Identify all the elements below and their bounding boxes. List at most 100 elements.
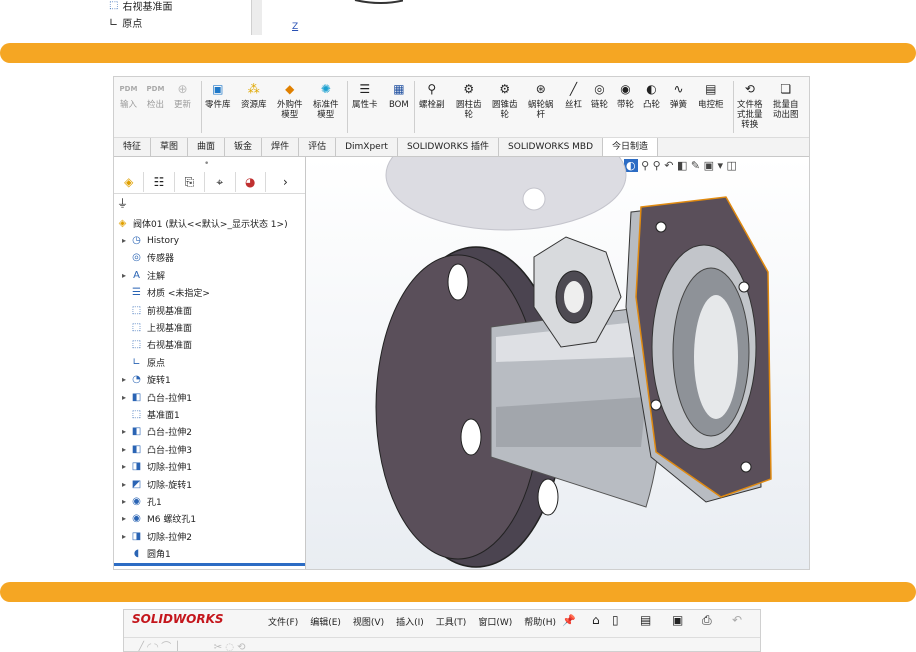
display-manager-tab-icon[interactable]: ◕	[236, 172, 266, 192]
tree-item[interactable]: ▸ ◩ 切除-旋转1	[114, 476, 192, 493]
tree-item[interactable]: ▸ ◔ 旋转1	[114, 371, 171, 388]
expand-arrow-icon[interactable]: ▸	[118, 271, 130, 280]
tab-dimxpert[interactable]: DimXpert	[336, 138, 398, 156]
expand-arrow-icon[interactable]: ▸	[118, 497, 130, 506]
tree-item[interactable]: ▸ ◉ 孔1	[114, 493, 162, 510]
expand-arrow-icon[interactable]: ▸	[118, 393, 130, 402]
menu-insert[interactable]: 插入(I)	[390, 613, 430, 630]
expand-arrow-icon[interactable]: ▸	[118, 445, 130, 454]
tab-mbd[interactable]: SOLIDWORKS MBD	[499, 138, 604, 156]
tab-surfaces[interactable]: 曲面	[188, 138, 226, 156]
model-edge-fragment	[354, 0, 403, 4]
menu-help[interactable]: 帮助(H)	[518, 613, 562, 630]
trim-tool-icon[interactable]: ✂ ◌ ⟲	[214, 642, 246, 651]
tree-item-right-plane[interactable]: ⬚ 右视基准面	[109, 0, 172, 13]
chevron-right-icon[interactable]: ›	[266, 172, 305, 192]
tree-item[interactable]: ◎ 传感器	[114, 249, 174, 266]
ribbon-button-spring[interactable]: ∿ 弹簧	[670, 81, 687, 110]
tree-item[interactable]: ▸ ◨ 切除-拉伸2	[114, 528, 192, 545]
tree-item[interactable]: ▸ ◧ 凸台-拉伸2	[114, 423, 192, 440]
tree-item-origin[interactable]: ∟ 原点	[109, 15, 142, 30]
ribbon-button-batch-drawing[interactable]: ❏ 批量自 动出图	[773, 81, 799, 120]
tree-item[interactable]: ▸ ◉ M6 螺纹孔1	[114, 510, 196, 527]
property-manager-tab-icon[interactable]: ☷	[144, 172, 175, 192]
ribbon-button-property-card[interactable]: ☰ 属性卡	[352, 81, 378, 110]
tree-root-part[interactable]: ◈ 阀体01 (默认<<默认>_显示状态 1>)	[114, 215, 288, 232]
tab-features[interactable]: 特征	[114, 138, 152, 156]
ribbon-button-bevel-gear[interactable]: ⚙ 圆锥齿 轮	[492, 81, 518, 120]
lead-screw-icon: ╱	[569, 82, 578, 96]
ribbon-button-bom[interactable]: ▦ BOM	[389, 81, 409, 110]
ribbon-button-update[interactable]: ⊕ 更新	[174, 81, 191, 110]
tree-scrollbar[interactable]	[251, 0, 262, 35]
expand-arrow-icon[interactable]: ▸	[118, 375, 130, 384]
home-icon[interactable]: ⌂	[592, 613, 600, 627]
menu-view[interactable]: 视图(V)	[347, 613, 390, 630]
ribbon-button-worm-gear[interactable]: ⊛ 蜗轮蜗 杆	[528, 81, 554, 120]
expand-arrow-icon[interactable]: ▸	[118, 427, 130, 436]
ribbon-button-lead-screw[interactable]: ╱ 丝杠	[565, 81, 582, 110]
ribbon-button-import[interactable]: PDM 输入	[120, 81, 138, 110]
tree-item[interactable]: ▸ A 注解	[114, 267, 165, 284]
collapse-dot-icon[interactable]: •	[204, 159, 209, 169]
expand-arrow-icon[interactable]: ▸	[118, 236, 130, 245]
ribbon-button-pulley[interactable]: ◉ 带轮	[617, 81, 634, 110]
undo-icon[interactable]: ↶	[732, 613, 742, 627]
expand-arrow-icon[interactable]: ▸	[118, 514, 130, 523]
pin-icon[interactable]: 📌	[562, 614, 576, 627]
expand-arrow-icon[interactable]: ▸	[118, 532, 130, 541]
ribbon-button-part-library[interactable]: ▣ 零件库	[205, 81, 231, 110]
ribbon-button-control-cabinet[interactable]: ▤ 电控柜	[698, 81, 724, 110]
ribbon-button-spur-gear[interactable]: ⚙ 圆柱齿 轮	[456, 81, 482, 120]
button-label: 圆锥齿 轮	[492, 100, 518, 120]
tree-item-label: 切除-拉伸1	[147, 463, 192, 474]
print-icon[interactable]: ⎙	[702, 613, 712, 628]
tab-evaluate[interactable]: 评估	[299, 138, 337, 156]
tree-item-label: 前视基准面	[147, 306, 193, 317]
menu-edit[interactable]: 编辑(E)	[304, 613, 347, 630]
filter-icon[interactable]: ⏚	[117, 195, 128, 211]
tree-item-label: 注解	[147, 271, 166, 282]
ribbon-button-cam[interactable]: ◐ 凸轮	[643, 81, 660, 110]
graphics-viewport[interactable]: ◐ ⚲ ⚲ ↶ ◧ ✎ ▣ ▾ ◫	[306, 157, 809, 569]
tree-item[interactable]: ⬚ 前视基准面	[114, 302, 192, 319]
ribbon-button-bolt-pair[interactable]: ⚲ 螺栓副	[419, 81, 445, 110]
feature-manager-tab-icon[interactable]: ◈	[114, 172, 145, 192]
tree-item[interactable]: ▸ ◷ History	[114, 232, 179, 249]
ribbon-toolbar: PDM 输入 PDM 检出 ⊕ 更新 ▣ 零件库 ⁂ 资源库 ◆ 外购件 模型 …	[114, 77, 809, 138]
open-icon[interactable]: ▤	[640, 613, 651, 627]
tree-item[interactable]: ◖ 圆角1	[114, 545, 171, 562]
tree-item-label: 切除-旋转1	[147, 480, 192, 491]
config-manager-tab-icon[interactable]: ⎘	[175, 172, 206, 192]
menu-tools[interactable]: 工具(T)	[430, 613, 473, 630]
ribbon-button-resource-library[interactable]: ⁂ 资源库	[241, 81, 267, 110]
cut-revolve-icon: ◩	[131, 478, 142, 490]
tab-sketch[interactable]: 草图	[151, 138, 189, 156]
ribbon-button-sprocket[interactable]: ◎ 链轮	[591, 81, 608, 110]
tree-item[interactable]: ∟ 原点	[114, 354, 165, 371]
tree-item[interactable]: ⬚ 基准面1	[114, 406, 180, 423]
menu-file[interactable]: 文件(F)	[262, 613, 304, 630]
graphics-viewport-fragment[interactable]	[263, 0, 403, 35]
tab-today-manufacturing[interactable]: 今日制造	[603, 138, 659, 156]
new-document-icon[interactable]: ▯	[612, 613, 619, 627]
tree-item[interactable]: ⬚ 右视基准面	[114, 336, 192, 353]
tab-sheet-metal[interactable]: 钣金	[225, 138, 263, 156]
tree-item[interactable]: ⬚ 上视基准面	[114, 319, 192, 336]
line-tool-icon[interactable]: ╱ ◜ ◝ ⌒ │	[138, 642, 181, 651]
ribbon-button-purchased-part[interactable]: ◆ 外购件 模型	[277, 81, 303, 120]
expand-arrow-icon[interactable]: ▸	[118, 462, 130, 471]
tree-item[interactable]: ☰ 材质 <未指定>	[114, 284, 210, 301]
tree-item[interactable]: ▸ ◧ 凸台-拉伸3	[114, 441, 192, 458]
ribbon-button-checkout[interactable]: PDM 检出	[147, 81, 165, 110]
tab-weldments[interactable]: 焊件	[262, 138, 300, 156]
tree-item[interactable]: ▸ ◧ 凸台-拉伸1	[114, 389, 192, 406]
expand-arrow-icon[interactable]: ▸	[118, 480, 130, 489]
ribbon-button-batch-convert[interactable]: ⟲ 文件格 式批量 转换	[737, 81, 763, 130]
tree-item[interactable]: ▸ ◨ 切除-拉伸1	[114, 458, 192, 475]
tab-addins[interactable]: SOLIDWORKS 插件	[398, 138, 500, 156]
menu-window[interactable]: 窗口(W)	[472, 613, 518, 630]
save-icon[interactable]: ▣	[672, 613, 683, 627]
ribbon-button-standard-part[interactable]: ✺ 标准件 模型	[313, 81, 339, 120]
dimxpert-manager-tab-icon[interactable]: ⌖	[205, 172, 236, 192]
